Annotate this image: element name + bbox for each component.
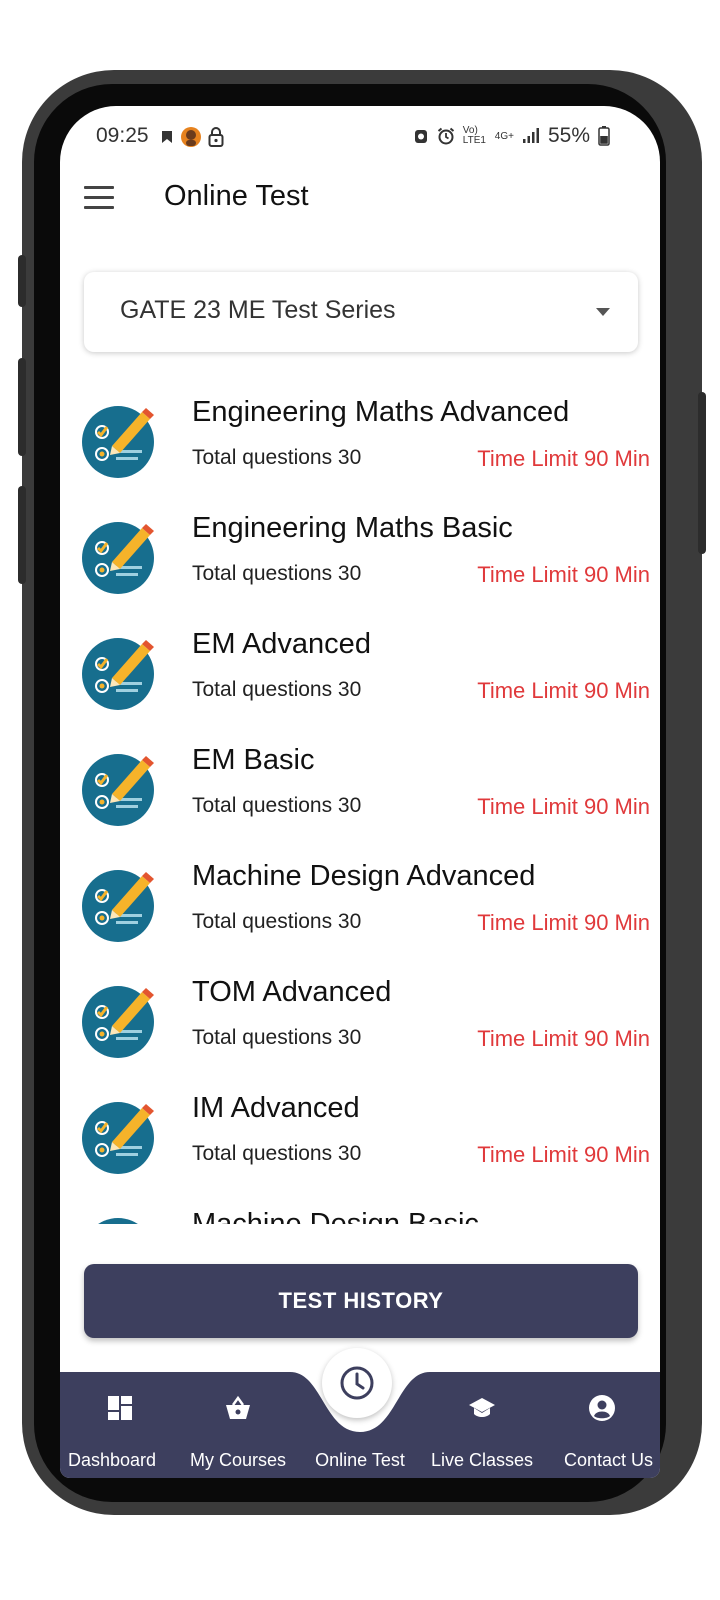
nav-my-courses[interactable]: My Courses (178, 1372, 298, 1478)
battery-level: 55% (547, 124, 590, 147)
list-item[interactable]: Engineering Maths Advanced Total questio… (60, 390, 660, 506)
test-checklist-icon (82, 870, 154, 942)
graduation-cap-icon (469, 1398, 495, 1417)
list-item[interactable]: TOM Advanced Total questions 30 Time Lim… (60, 970, 660, 1086)
avatar-notification-icon (181, 127, 201, 147)
nav-live-classes-label: Live Classes (430, 1450, 534, 1470)
app-screen: 09:25 Vo) LTE1 4G+ 55% Online Test GATE … (60, 106, 660, 1478)
test-series-select[interactable]: GATE 23 ME Test Series (84, 272, 638, 352)
nav-contact-us[interactable]: Contact Us (542, 1372, 660, 1478)
test-title: EM Basic (192, 744, 315, 776)
network-volte-label: Vo) LTE1 (462, 125, 486, 146)
alarm-icon (437, 127, 454, 145)
test-title: Machine Design Basic (192, 1208, 479, 1224)
test-question-count: Total questions 30 (192, 678, 362, 701)
list-item[interactable]: IM Advanced Total questions 30 Time Limi… (60, 1086, 660, 1202)
test-time-limit: Time Limit 90 Min (477, 1142, 650, 1167)
test-time-limit: Time Limit 90 Min (477, 1026, 650, 1051)
account-circle-icon (589, 1395, 615, 1421)
test-time-limit: Time Limit 90 Min (477, 794, 650, 819)
test-question-count: Total questions 30 (192, 1026, 362, 1049)
test-checklist-icon (82, 638, 154, 710)
test-question-count: Total questions 30 (192, 1142, 362, 1165)
status-time: 09:25 (96, 124, 149, 147)
test-checklist-icon (82, 986, 154, 1058)
data-saver-icon (414, 130, 427, 143)
test-checklist-icon (82, 754, 154, 826)
phone-side-button (18, 255, 26, 307)
test-time-limit: Time Limit 90 Min (477, 678, 650, 703)
nav-dashboard[interactable]: Dashboard (60, 1372, 180, 1478)
lock-icon (208, 127, 224, 147)
app-bar: Online Test (60, 168, 660, 228)
nav-live-classes[interactable]: Live Classes (422, 1372, 542, 1478)
nav-contact-us-label: Contact Us (564, 1450, 654, 1470)
test-question-count: Total questions 30 (192, 446, 362, 469)
network-type-label: 4G+ (494, 130, 514, 142)
test-question-count: Total questions 30 (192, 794, 362, 817)
list-item[interactable]: Engineering Maths Basic Total questions … (60, 506, 660, 622)
list-item[interactable]: EM Advanced Total questions 30 Time Limi… (60, 622, 660, 738)
status-right-icons: Vo) LTE1 4G+ 55% (413, 124, 610, 148)
test-checklist-icon (98, 1218, 138, 1224)
test-question-count: Total questions 30 (192, 910, 362, 933)
test-list: Engineering Maths Advanced Total questio… (60, 390, 660, 1224)
nav-my-courses-label: My Courses (189, 1450, 287, 1470)
phone-volume-up (18, 358, 26, 456)
dashboard-icon (108, 1396, 132, 1420)
test-checklist-icon (82, 406, 154, 478)
test-time-limit: Time Limit 90 Min (477, 562, 650, 587)
phone-power-button (698, 392, 706, 554)
test-time-limit: Time Limit 90 Min (477, 446, 650, 471)
bottom-nav: Dashboard My Courses Online Test Live Cl… (60, 1348, 660, 1478)
online-test-fab[interactable] (322, 1348, 392, 1418)
test-series-value: GATE 23 ME Test Series (120, 296, 396, 324)
test-history-button[interactable]: TEST HISTORY (84, 1264, 638, 1338)
nav-dashboard-label: Dashboard (67, 1450, 157, 1470)
test-title: EM Advanced (192, 628, 371, 660)
test-title: Machine Design Advanced (192, 860, 536, 892)
phone-volume-down (18, 486, 26, 584)
test-title: TOM Advanced (192, 976, 392, 1008)
test-checklist-icon (82, 522, 154, 594)
list-item[interactable]: Machine Design Basic (60, 1202, 660, 1224)
list-item[interactable]: EM Basic Total questions 30 Time Limit 9… (60, 738, 660, 854)
page-title: Online Test (164, 180, 309, 212)
test-title: Engineering Maths Advanced (192, 396, 570, 428)
test-title: Engineering Maths Basic (192, 512, 513, 544)
status-left-icons (160, 126, 224, 148)
battery-icon (598, 126, 610, 146)
nav-online-test-label: Online Test (315, 1450, 405, 1470)
hamburger-icon[interactable] (84, 186, 114, 209)
list-item[interactable]: Machine Design Advanced Total questions … (60, 854, 660, 970)
chevron-down-icon (596, 308, 610, 316)
test-question-count: Total questions 30 (192, 562, 362, 585)
test-title: IM Advanced (192, 1092, 360, 1124)
signal-icon (522, 128, 539, 143)
test-time-limit: Time Limit 90 Min (477, 910, 650, 935)
test-checklist-icon (82, 1102, 154, 1174)
status-bar: 09:25 Vo) LTE1 4G+ 55% (60, 106, 660, 166)
clock-icon (340, 1366, 374, 1400)
notification-icon (162, 131, 172, 143)
basket-icon (226, 1395, 250, 1419)
